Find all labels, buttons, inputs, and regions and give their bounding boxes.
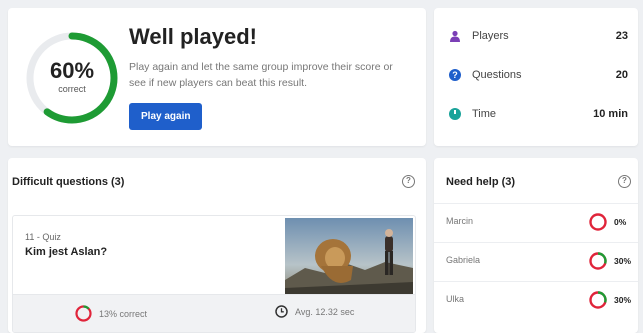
- clock-icon: [448, 107, 462, 121]
- score-ring-icon: [589, 252, 607, 270]
- question-avg-time: Avg. 12.32 sec: [275, 305, 354, 318]
- player-percent: 30%: [614, 295, 632, 305]
- need-help-title: Need help (3): [446, 176, 516, 188]
- avg-time-text: Avg. 12.32 sec: [295, 306, 355, 317]
- stat-value: 10 min: [593, 108, 628, 120]
- stat-label: Players: [472, 30, 509, 42]
- score-percent: 60%: [49, 58, 95, 83]
- stats-card: Players 23 ? Questions 20 Time 10 min: [434, 8, 638, 146]
- need-help-row[interactable]: Ulka 30%: [434, 281, 638, 319]
- question-title: Kim jest Aslan?: [25, 246, 108, 258]
- difficult-questions-card: Difficult questions (3) ? 11 - Quiz Kim …: [8, 158, 426, 333]
- stat-value: 23: [615, 30, 628, 42]
- question-image: [285, 218, 413, 296]
- player-name: Marcin: [446, 216, 474, 226]
- question-card[interactable]: 11 - Quiz Kim jest Aslan? 13% correct Av…: [12, 215, 416, 333]
- player-name: Gabriela: [446, 255, 481, 265]
- correct-text: 13% correct: [99, 308, 148, 319]
- stat-time: Time 10 min: [448, 104, 628, 124]
- score-ring-icon: [589, 291, 607, 309]
- score-label: correct: [58, 84, 86, 94]
- stat-label: Questions: [472, 69, 522, 81]
- player-name: Ulka: [446, 294, 465, 304]
- stat-players: Players 23: [448, 26, 628, 46]
- question-correct-stat: 13% correct: [75, 305, 147, 322]
- help-circle-icon[interactable]: ?: [618, 175, 631, 188]
- result-headline: Well played!: [129, 24, 257, 49]
- result-card: 60% correct Well played! Play again and …: [8, 8, 426, 146]
- question-meta: 11 - Quiz: [25, 232, 61, 242]
- correct-ring-icon: [75, 305, 92, 322]
- clock-icon: [275, 305, 288, 318]
- result-subtext: Play again and let the same group improv…: [129, 61, 393, 89]
- need-help-row[interactable]: Marcin 0%: [434, 203, 638, 241]
- question-footer: 13% correct Avg. 12.32 sec: [13, 294, 415, 332]
- need-help-row[interactable]: Gabriela 30%: [434, 242, 638, 280]
- question-icon: ?: [448, 68, 462, 82]
- play-again-button[interactable]: Play again: [129, 103, 203, 130]
- score-ring-icon: [589, 213, 607, 231]
- stat-value: 20: [615, 69, 628, 81]
- stat-questions: ? Questions 20: [448, 65, 628, 85]
- score-ring: 60% correct: [22, 28, 122, 128]
- difficult-questions-title: Difficult questions (3): [12, 176, 125, 188]
- player-percent: 0%: [614, 217, 627, 227]
- help-circle-icon[interactable]: ?: [402, 175, 415, 188]
- need-help-card: Need help (3) ? Marcin 0% Gabriela 30% U…: [434, 158, 638, 333]
- person-icon: [448, 29, 462, 43]
- stat-label: Time: [472, 108, 497, 120]
- player-percent: 30%: [614, 256, 632, 266]
